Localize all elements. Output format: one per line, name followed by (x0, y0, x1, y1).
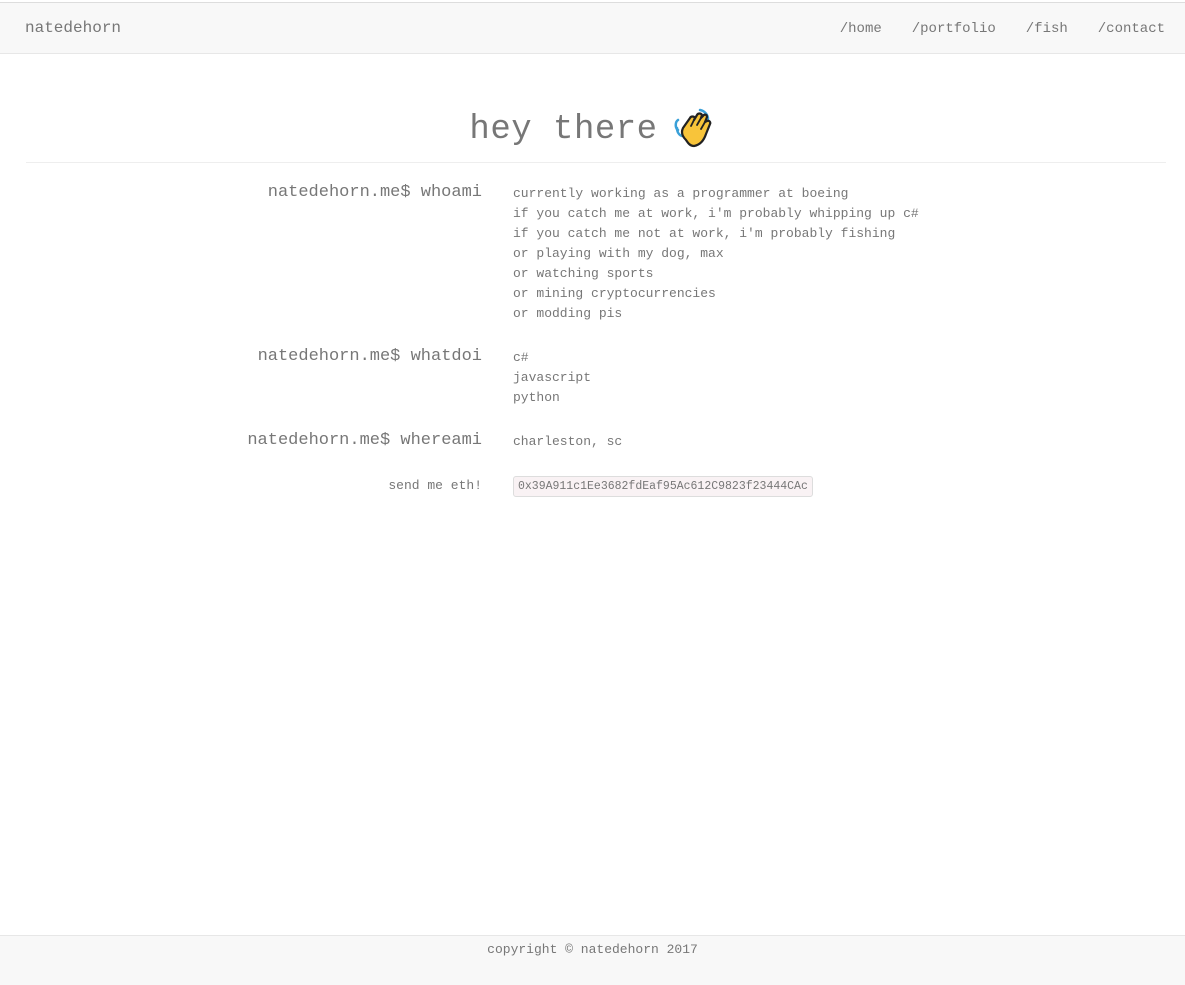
copyright-text: copyright © natedehorn 2017 (487, 942, 698, 957)
section-prompt: natedehorn.me$ whatdoi (257, 347, 482, 366)
list-item: javascript (513, 370, 592, 385)
section-whoami: natedehorn.me$ whoami currently working … (0, 180, 1185, 324)
eth-address[interactable]: 0x39A911c1Ee3682fdEaf95Ac612C9823f23444C… (513, 476, 813, 497)
nav-link-contact[interactable]: /contact (1098, 21, 1165, 37)
waving-hand-icon (672, 106, 716, 150)
section-prompt: natedehorn.me$ whoami (267, 183, 482, 202)
section-eth: send me eth! 0x39A911c1Ee3682fdEaf95Ac61… (0, 472, 1185, 497)
terminal-sections: natedehorn.me$ whoami currently working … (0, 180, 1185, 517)
section-whereami: natedehorn.me$ whereami charleston, sc (0, 428, 1185, 452)
brand-link[interactable]: natedehorn (25, 19, 121, 37)
section-whatdoi: natedehorn.me$ whatdoi c# javascript pyt… (0, 344, 1185, 408)
navbar: natedehorn /home /portfolio /fish /conta… (0, 2, 1185, 54)
nav-link-home[interactable]: /home (840, 21, 882, 37)
list-item: python (513, 390, 560, 405)
hero-title-wrapper: hey there (469, 108, 715, 152)
footer: copyright © natedehorn 2017 (0, 935, 1185, 985)
section-lines: charleston, sc (513, 428, 622, 452)
list-item: c# (513, 350, 529, 365)
list-item: if you catch me at work, i'm probably wh… (513, 206, 919, 221)
list-item: currently working as a programmer at boe… (513, 186, 849, 201)
nav-link-fish[interactable]: /fish (1026, 21, 1068, 37)
hero-divider (26, 162, 1166, 163)
list-item: if you catch me not at work, i'm probabl… (513, 226, 896, 241)
hero-title: hey there (469, 111, 658, 149)
list-item: or playing with my dog, max (513, 246, 724, 261)
list-item: or modding pis (513, 306, 623, 321)
section-lines: c# javascript python (513, 344, 591, 408)
nav-links: /home /portfolio /fish /contact (840, 21, 1165, 37)
eth-value: 0x39A911c1Ee3682fdEaf95Ac612C9823f23444C… (513, 472, 813, 497)
nav-link-portfolio[interactable]: /portfolio (912, 21, 996, 37)
list-item: charleston, sc (513, 434, 623, 449)
eth-label: send me eth! (388, 478, 482, 493)
list-item: or mining cryptocurrencies (513, 286, 716, 301)
list-item: or watching sports (513, 266, 654, 281)
section-lines: currently working as a programmer at boe… (513, 180, 919, 324)
hero: hey there (0, 108, 1185, 152)
section-prompt: natedehorn.me$ whereami (247, 431, 482, 450)
